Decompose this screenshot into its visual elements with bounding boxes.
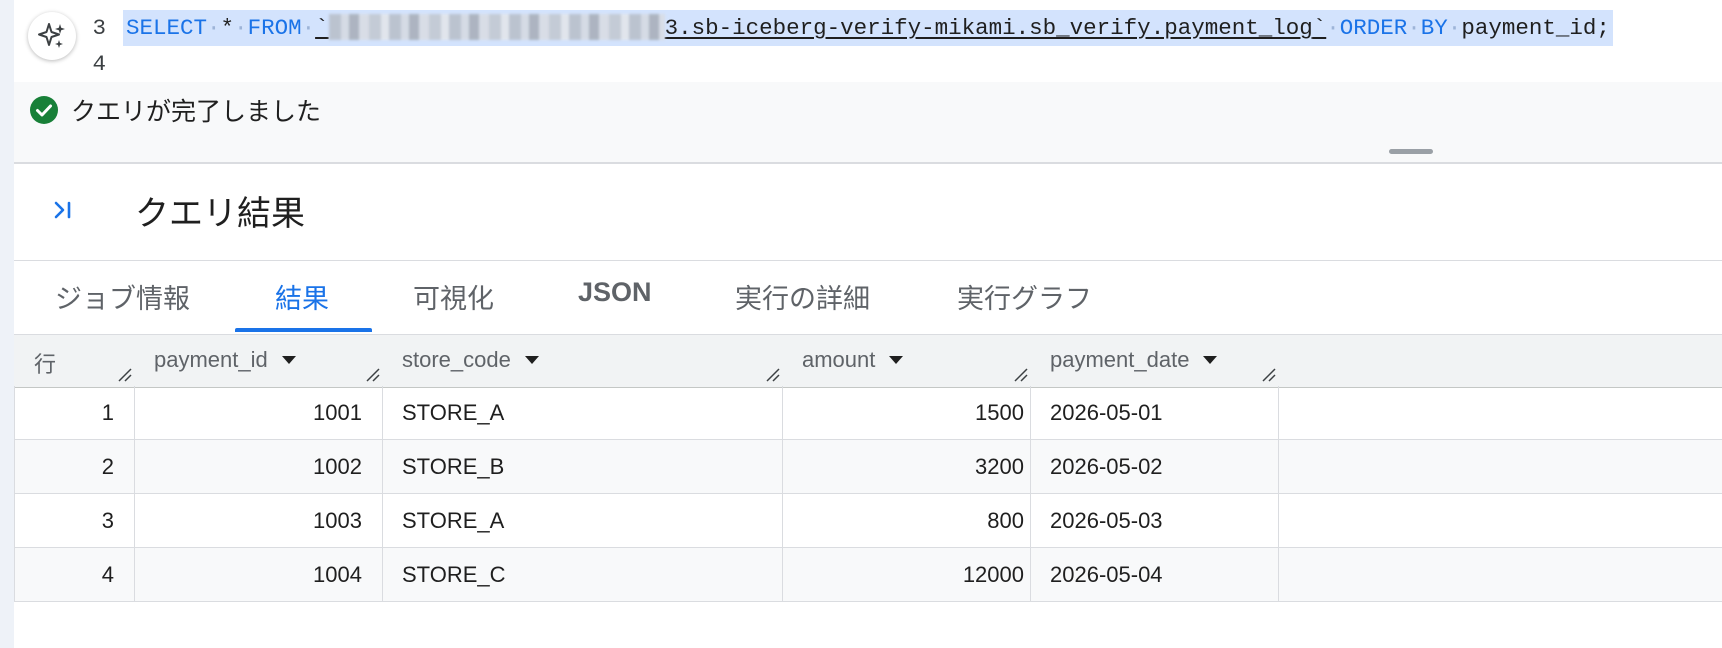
store-code-cell[interactable]: STORE_A: [402, 494, 504, 547]
column-header-row: 行: [34, 352, 57, 377]
grid-line: [782, 386, 783, 601]
column-resize-icon[interactable]: [1012, 366, 1028, 382]
grid-line: [14, 386, 15, 601]
amount-cell[interactable]: 12000: [782, 548, 1024, 601]
kw-order: ORDER: [1339, 15, 1408, 41]
tab-execution-graph[interactable]: 実行グラフ: [957, 277, 1092, 316]
star-token: *: [220, 15, 235, 41]
column-resize-icon[interactable]: [1260, 366, 1276, 382]
amount-cell[interactable]: 1500: [782, 386, 1024, 439]
table-row[interactable]: 4 1004 STORE_C 12000 2026-05-04: [14, 548, 1722, 602]
table-row[interactable]: 3 1003 STORE_A 800 2026-05-03: [14, 494, 1722, 548]
payment-date-cell[interactable]: 2026-05-01: [1050, 386, 1163, 439]
payment-id-cell[interactable]: 1003: [134, 494, 362, 547]
table-suffix: 3.sb-iceberg-verify-mikami.sb_verify.pay…: [664, 15, 1313, 41]
grid-line: [382, 386, 383, 601]
active-tab-indicator: [235, 328, 372, 332]
store-code-cell[interactable]: STORE_A: [402, 386, 504, 439]
payment-date-cell[interactable]: 2026-05-04: [1050, 548, 1163, 601]
line-number: 3: [92, 15, 106, 41]
grid-line: [1030, 386, 1031, 601]
collapse-panel-icon[interactable]: [52, 196, 80, 224]
sort-menu-icon[interactable]: [281, 356, 296, 364]
column-header-payment-id[interactable]: payment_id: [154, 347, 296, 373]
selected-sql-statement[interactable]: SELECT·*·FROM·` 3.sb-iceberg-verify-mikam…: [123, 10, 1613, 46]
sort-menu-icon[interactable]: [1203, 356, 1218, 364]
payment-id-cell[interactable]: 1004: [134, 548, 362, 601]
sort-menu-icon[interactable]: [524, 356, 539, 364]
payment-id-cell[interactable]: 1002: [134, 440, 362, 493]
kw-select: SELECT: [126, 15, 208, 41]
order-column: payment_id;: [1461, 15, 1610, 41]
column-header-amount[interactable]: amount: [802, 347, 904, 373]
row-number-cell: 4: [101, 562, 114, 587]
store-code-cell[interactable]: STORE_B: [402, 440, 504, 493]
grid-line: [134, 386, 135, 601]
tab-execution-details[interactable]: 実行の詳細: [735, 277, 870, 316]
column-header-store-code[interactable]: store_code: [402, 347, 539, 373]
table-reference: ` 3.sb-iceberg-verify-mikami.sb_verify.pa…: [315, 14, 1327, 41]
divider: [14, 162, 1722, 164]
store-code-cell[interactable]: STORE_C: [402, 548, 506, 601]
code-line-4[interactable]: 4: [14, 46, 1722, 82]
left-edge-strip: [0, 0, 14, 648]
payment-date-cell[interactable]: 2026-05-02: [1050, 440, 1163, 493]
grid-line: [1278, 386, 1279, 601]
line-number: 4: [92, 51, 106, 77]
row-number-cell: 1: [101, 400, 114, 425]
row-number-cell: 2: [101, 454, 114, 479]
sql-editor[interactable]: 3 SELECT·*·FROM·` 3.sb-iceberg-verify-mik…: [14, 0, 1722, 82]
query-status-bar: クエリが完了しました: [14, 82, 1722, 162]
column-resize-icon[interactable]: [364, 366, 380, 382]
tab-results[interactable]: 結果: [275, 277, 329, 316]
tab-json[interactable]: JSON: [578, 277, 652, 308]
kw-by: BY: [1420, 15, 1448, 41]
amount-cell[interactable]: 3200: [782, 440, 1024, 493]
sort-menu-icon[interactable]: [889, 356, 904, 364]
column-header-payment-date[interactable]: payment_date: [1050, 347, 1218, 373]
tab-visualization[interactable]: 可視化: [413, 277, 494, 316]
results-title: クエリ結果: [135, 195, 305, 233]
status-text: クエリが完了しました: [71, 98, 322, 126]
payment-id-cell[interactable]: 1001: [134, 386, 362, 439]
code-line-3[interactable]: 3 SELECT·*·FROM·` 3.sb-iceberg-verify-mik…: [14, 10, 1722, 46]
check-circle-icon: [30, 96, 58, 124]
row-number-cell: 3: [101, 508, 114, 533]
panel-resize-handle[interactable]: [1389, 149, 1433, 154]
kw-from: FROM: [247, 15, 302, 41]
divider: [14, 260, 1722, 261]
redacted-project-id: [328, 14, 665, 40]
column-resize-icon[interactable]: [116, 366, 132, 382]
column-resize-icon[interactable]: [764, 366, 780, 382]
table-row[interactable]: 2 1002 STORE_B 3200 2026-05-02: [14, 440, 1722, 494]
table-row[interactable]: 1 1001 STORE_A 1500 2026-05-01: [14, 386, 1722, 440]
amount-cell[interactable]: 800: [782, 494, 1024, 547]
tab-job-info[interactable]: ジョブ情報: [55, 277, 190, 316]
payment-date-cell[interactable]: 2026-05-03: [1050, 494, 1163, 547]
